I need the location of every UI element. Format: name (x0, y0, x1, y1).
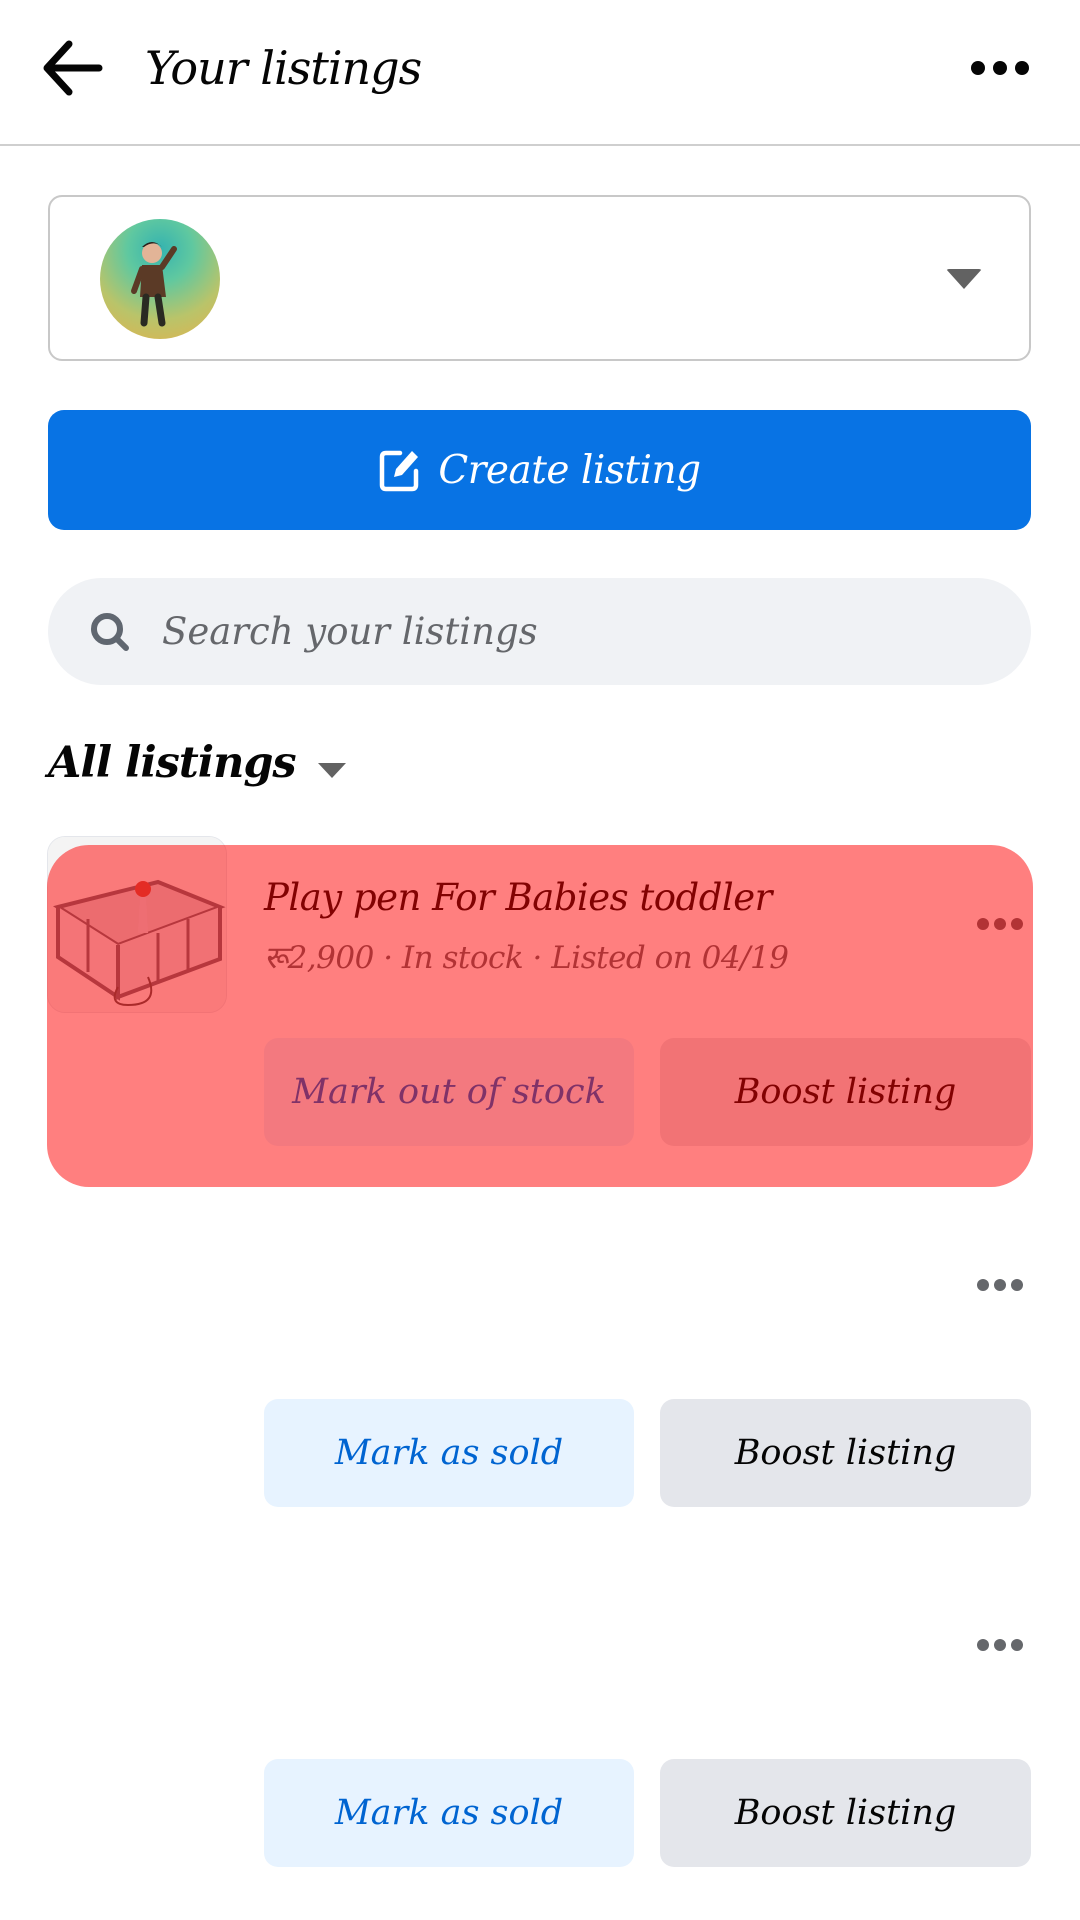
listing-more-button[interactable] (960, 904, 1040, 944)
more-horizontal-icon (977, 918, 989, 930)
create-listing-label: Create listing (438, 447, 701, 493)
more-dot (1011, 1639, 1023, 1651)
listing-item: Play pen For Babies toddler रू2,900 · In… (0, 836, 1080, 1186)
avatar-figure-icon (131, 242, 177, 327)
more-dot (994, 1639, 1006, 1651)
boost-listing-button[interactable]: Boost listing (660, 1399, 1031, 1507)
mark-as-sold-button[interactable]: Mark as sold (264, 1759, 634, 1867)
listing-thumbnail[interactable] (47, 836, 227, 1013)
listing-item: Mark as sold Boost listing (0, 1560, 1080, 1880)
search-input[interactable] (162, 601, 1031, 662)
listings-filter-dropdown[interactable]: All listings (48, 738, 346, 788)
mark-out-of-stock-button[interactable]: Mark out of stock (264, 1038, 634, 1146)
top-app-bar: Your listings (0, 0, 1080, 146)
avatar (100, 219, 220, 339)
more-horizontal-icon (971, 61, 985, 75)
search-bar[interactable] (48, 578, 1031, 685)
more-dot (994, 1279, 1006, 1291)
caret-down-icon (946, 269, 982, 289)
page-title: Your listings (145, 41, 422, 95)
more-dot (994, 918, 1006, 930)
more-horizontal-icon (977, 1639, 989, 1651)
listing-item: Mark as sold Boost listing (0, 1200, 1080, 1520)
edit-square-icon (380, 450, 419, 492)
profile-selector[interactable] (48, 195, 1031, 361)
listing-meta: रू2,900 · In stock · Listed on 04/19 (264, 940, 789, 976)
boost-listing-button[interactable]: Boost listing (660, 1038, 1031, 1146)
more-dot (1011, 1279, 1023, 1291)
arrow-left-icon (43, 40, 103, 96)
more-horizontal-icon (977, 1279, 989, 1291)
listings-filter-label: All listings (48, 738, 297, 788)
more-dot (993, 61, 1007, 75)
boost-listing-button[interactable]: Boost listing (660, 1759, 1031, 1867)
back-button[interactable] (36, 36, 106, 100)
playpen-image (48, 837, 226, 1012)
create-listing-button[interactable]: Create listing (48, 410, 1031, 530)
more-dot (1011, 918, 1023, 930)
more-dot (1015, 61, 1029, 75)
listing-more-button[interactable] (960, 1625, 1040, 1665)
more-options-button[interactable] (960, 44, 1040, 92)
listing-more-button[interactable] (960, 1265, 1040, 1305)
search-icon (86, 608, 134, 656)
mark-as-sold-button[interactable]: Mark as sold (264, 1399, 634, 1507)
caret-down-icon (317, 762, 346, 778)
listing-title[interactable]: Play pen For Babies toddler (264, 876, 772, 919)
